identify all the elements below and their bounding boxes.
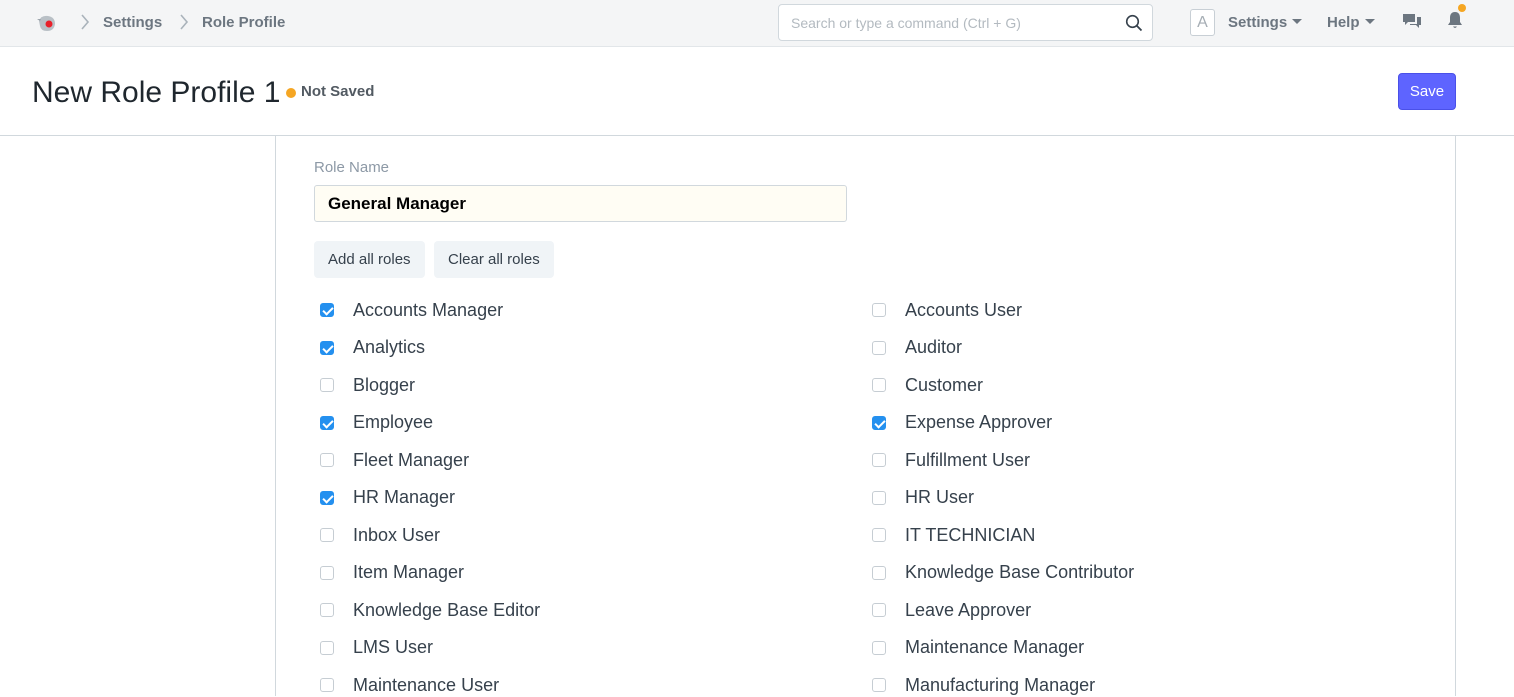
role-name-label: Role Name (314, 159, 390, 176)
settings-dropdown-label: Settings (1228, 14, 1288, 31)
role-checkbox-label: Analytics (353, 337, 426, 357)
form-panel: Role Name Add all roles Clear all roles … (275, 136, 1456, 696)
role-checkbox-row[interactable]: Analytics (320, 336, 425, 360)
role-checkbox-label: Fulfillment User (905, 449, 1031, 470)
caret-down-icon (1292, 19, 1303, 24)
role-checkbox[interactable] (320, 603, 334, 617)
role-checkbox-row[interactable]: Knowledge Base Editor (320, 598, 540, 622)
role-checkbox-row[interactable]: HR User (872, 486, 974, 510)
clear-all-roles-button[interactable]: Clear all roles (434, 241, 554, 278)
page-header: New Role Profile 1 Not Saved Save (0, 48, 1514, 136)
unsaved-status-dot (286, 88, 296, 98)
role-checkbox-label: IT TECHNICIAN (905, 524, 1036, 545)
role-checkbox-label: Customer (905, 374, 984, 395)
role-checkbox-label: Inbox User (353, 524, 441, 545)
role-checkbox-label: Knowledge Base Editor (353, 599, 541, 620)
role-checkbox-label: Accounts Manager (353, 299, 504, 320)
role-checkbox[interactable] (872, 528, 886, 542)
role-checkbox-row[interactable]: Leave Approver (872, 598, 1031, 622)
breadcrumb-chevron-icon (180, 14, 189, 30)
role-checkbox-label: Leave Approver (905, 599, 1032, 620)
role-checkbox-label: Knowledge Base Contributor (905, 562, 1135, 582)
role-checkbox[interactable] (320, 378, 334, 392)
role-checkbox[interactable] (320, 340, 334, 355)
role-checkbox-label: HR Manager (353, 487, 456, 507)
role-checkbox[interactable] (320, 490, 334, 505)
role-checkbox-row[interactable]: Expense Approver (872, 411, 1052, 435)
notification-bell-icon[interactable] (1447, 11, 1463, 30)
role-checkbox-row[interactable]: Auditor (872, 336, 962, 360)
chat-icon[interactable] (1402, 12, 1422, 30)
breadcrumb-role-profile[interactable]: Role Profile (202, 14, 285, 31)
save-button[interactable]: Save (1398, 73, 1456, 110)
role-checkbox-row[interactable]: Employee (320, 411, 433, 435)
add-all-roles-button[interactable]: Add all roles (314, 241, 425, 278)
role-checkbox[interactable] (320, 678, 334, 692)
role-checkbox-row[interactable]: HR Manager (320, 486, 455, 510)
breadcrumb-settings[interactable]: Settings (103, 14, 162, 31)
role-checkbox[interactable] (320, 565, 334, 580)
role-checkbox-label: Accounts User (905, 299, 1023, 320)
role-checkbox[interactable] (872, 640, 886, 655)
role-checkbox[interactable] (872, 453, 886, 467)
role-checkbox-row[interactable]: Accounts Manager (320, 298, 503, 322)
role-checkbox-label: Item Manager (353, 562, 465, 582)
role-checkbox-label: HR User (905, 487, 975, 507)
role-checkbox-label: Fleet Manager (353, 449, 470, 470)
role-checkbox-row[interactable]: IT TECHNICIAN (872, 523, 1035, 547)
breadcrumb-chevron-icon (81, 14, 90, 30)
search-input[interactable] (791, 13, 1111, 33)
app-logo-icon[interactable] (36, 12, 58, 34)
role-checkbox[interactable] (320, 640, 334, 655)
role-checkbox[interactable] (872, 603, 886, 617)
role-checkbox-row[interactable]: Inbox User (320, 523, 440, 547)
search-bar (778, 4, 1153, 41)
role-checkbox-row[interactable]: Item Manager (320, 561, 464, 585)
navbar: Settings Role Profile A Settings Help (0, 0, 1514, 47)
role-checkbox[interactable] (872, 303, 886, 317)
role-checkbox[interactable] (872, 678, 886, 692)
role-checkbox-label: Maintenance Manager (905, 637, 1085, 657)
role-checkbox-label: Manufacturing Manager (905, 674, 1096, 695)
role-checkbox[interactable] (872, 378, 886, 392)
role-checkbox[interactable] (320, 415, 334, 430)
role-checkbox[interactable] (872, 415, 886, 430)
role-checkbox-label: Auditor (905, 337, 963, 357)
help-dropdown-label: Help (1327, 14, 1360, 31)
role-checkbox-row[interactable]: Blogger (320, 373, 415, 397)
role-checkbox-label: Employee (353, 412, 434, 432)
role-checkbox-label: Maintenance User (353, 674, 500, 695)
role-checkbox-row[interactable]: Fulfillment User (872, 448, 1030, 472)
settings-dropdown[interactable]: Settings (1228, 14, 1303, 31)
role-checkbox[interactable] (872, 340, 886, 355)
role-checkbox-row[interactable]: Maintenance User (320, 673, 499, 697)
role-checkbox[interactable] (872, 565, 886, 580)
notification-indicator (1458, 4, 1466, 12)
role-checkbox-label: LMS User (353, 637, 434, 657)
role-checkbox[interactable] (320, 453, 334, 467)
role-checkbox-row[interactable]: LMS User (320, 636, 433, 660)
role-checkbox[interactable] (320, 303, 334, 317)
page-title: New Role Profile 1 (32, 76, 281, 109)
role-checkbox[interactable] (872, 490, 886, 505)
role-checkbox-row[interactable]: Accounts User (872, 298, 1022, 322)
help-dropdown[interactable]: Help (1327, 14, 1375, 31)
role-checkbox-row[interactable]: Maintenance Manager (872, 636, 1084, 660)
role-checkbox-label: Blogger (353, 374, 416, 395)
search-icon[interactable] (1125, 14, 1143, 32)
role-checkbox-label: Expense Approver (905, 412, 1053, 432)
role-checkbox-row[interactable]: Fleet Manager (320, 448, 469, 472)
role-checkbox-row[interactable]: Manufacturing Manager (872, 673, 1095, 697)
role-checkbox-row[interactable]: Customer (872, 373, 983, 397)
caret-down-icon (1364, 19, 1375, 24)
role-checkbox[interactable] (320, 528, 334, 542)
status-badge: Not Saved (301, 83, 375, 100)
role-checkbox-row[interactable]: Knowledge Base Contributor (872, 561, 1134, 585)
avatar[interactable]: A (1190, 9, 1215, 36)
role-name-input[interactable] (314, 185, 847, 222)
